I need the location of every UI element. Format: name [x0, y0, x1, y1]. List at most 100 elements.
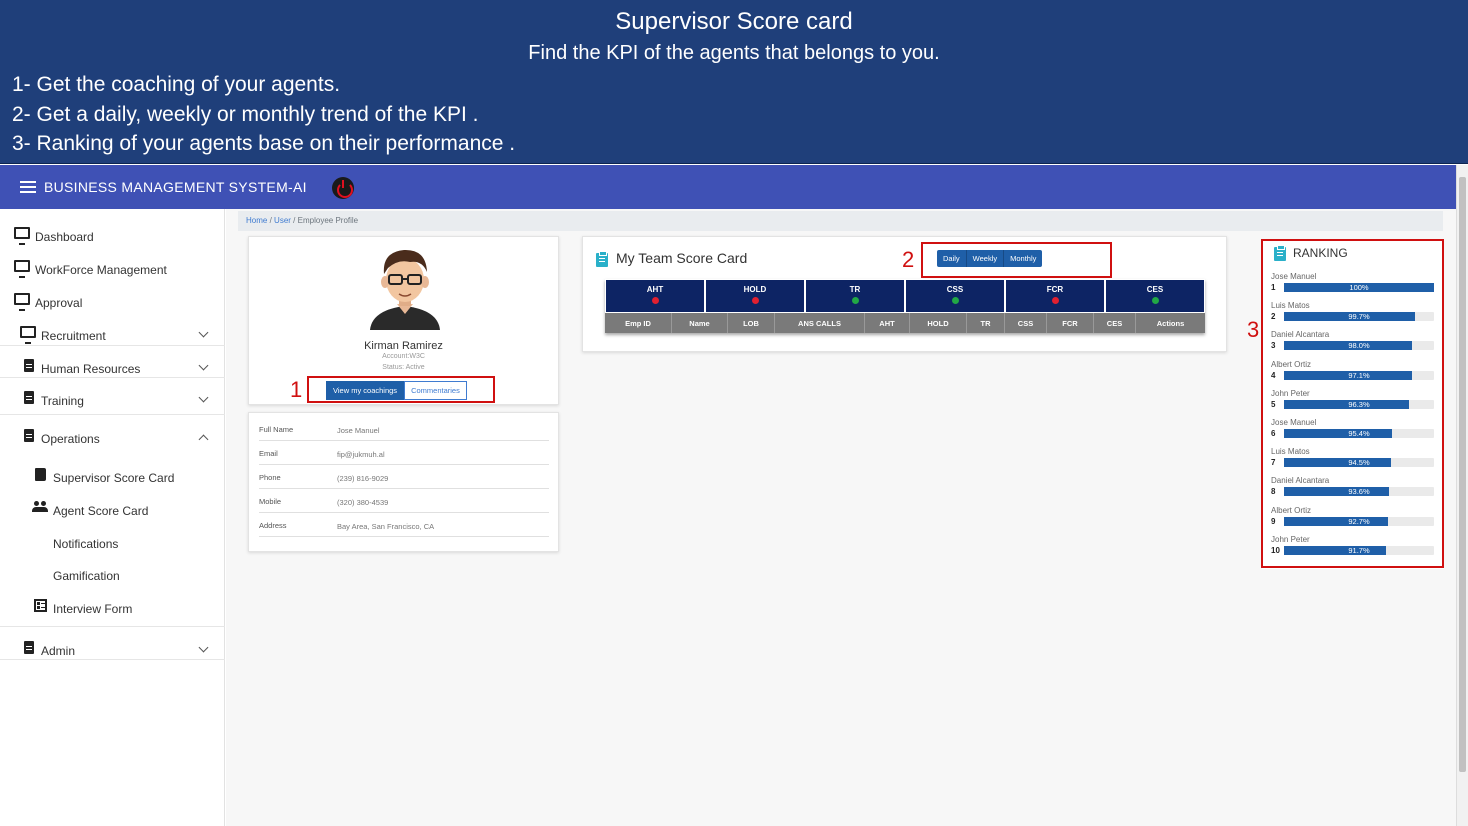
document-icon	[24, 641, 34, 654]
sidebar-item-gamification[interactable]: Gamification	[0, 560, 225, 590]
sidebar-item-notifications[interactable]: Notifications	[0, 528, 225, 558]
sidebar-item-dashboard[interactable]: Dashboard	[0, 221, 225, 251]
sidebar-item-human-resources[interactable]: Human Resources	[0, 353, 225, 383]
kpi-name: AHT	[646, 285, 664, 294]
breadcrumb-user[interactable]: User	[274, 216, 291, 225]
sidebar-item-label: Approval	[35, 296, 83, 310]
power-icon[interactable]	[332, 177, 354, 199]
clipboard-icon	[596, 251, 608, 267]
detail-row: Full Name Jose Manuel	[259, 417, 549, 441]
table-header-row: Emp ID Name LOB ANS CALLS AHT HOLD TR CS…	[605, 313, 1205, 333]
sidebar-item-operations[interactable]: Operations	[0, 423, 225, 453]
banner-subtitle: Find the KPI of the agents that belongs …	[528, 42, 940, 64]
detail-key: Full Name	[259, 425, 294, 434]
column-header[interactable]: Emp ID	[605, 313, 672, 333]
breadcrumb: Home / User / Employee Profile	[238, 211, 1443, 231]
detail-row: Address Bay Area, San Francisco, CA	[259, 513, 549, 537]
kpi-name: FCR	[1046, 285, 1064, 294]
sidebar-item-label: Recruitment	[41, 329, 106, 343]
column-header[interactable]: CSS	[1005, 313, 1047, 333]
banner-line: 2- Get a daily, weekly or monthly trend …	[12, 102, 479, 126]
kpi-name: CSS	[946, 285, 964, 294]
kpi-cell: CES	[1105, 279, 1205, 313]
sidebar-item-training[interactable]: Training	[0, 385, 225, 415]
sidebar-item-label: Training	[41, 394, 84, 408]
sidebar-item-label: Gamification	[53, 569, 120, 583]
vertical-scrollbar[interactable]	[1456, 165, 1468, 826]
sidebar-item-approval[interactable]: Approval	[0, 287, 225, 317]
monitor-icon	[14, 293, 30, 311]
sidebar-item-label: Agent Score Card	[53, 504, 149, 518]
status-dot-red	[752, 297, 759, 304]
detail-key: Email	[259, 449, 278, 458]
sidebar-item-admin[interactable]: Admin	[0, 635, 225, 665]
avatar	[370, 249, 440, 330]
status-dot-red	[652, 297, 659, 304]
monitor-icon	[14, 227, 30, 245]
profile-details-card: Full Name Jose Manuel Email fip@jukmuh.a…	[248, 412, 559, 552]
sidebar-item-workforce[interactable]: WorkForce Management	[0, 254, 225, 284]
status-dot-green	[852, 297, 859, 304]
profile-name: Kirman Ramirez	[364, 340, 443, 352]
detail-value: (239) 816-9029	[337, 474, 389, 483]
chevron-down-icon	[198, 642, 209, 653]
divider	[0, 345, 225, 346]
detail-value: Bay Area, San Francisco, CA	[337, 522, 435, 531]
column-header[interactable]: Actions	[1136, 313, 1205, 333]
app-bar: BUSINESS MANAGEMENT SYSTEM-AI	[0, 165, 1456, 209]
kpi-cell: FCR	[1005, 279, 1105, 313]
sidebar-item-label: Admin	[41, 644, 76, 658]
banner-title: Supervisor Score card	[615, 8, 853, 35]
detail-value: (320) 380-4539	[337, 498, 389, 507]
sidebar-item-agent-score-card[interactable]: Agent Score Card	[0, 495, 225, 525]
sidebar-item-label: Notifications	[53, 537, 119, 551]
monitor-icon	[14, 260, 30, 278]
divider	[0, 659, 225, 660]
column-header[interactable]: TR	[967, 313, 1005, 333]
instruction-banner: Supervisor Score card Find the KPI of th…	[0, 0, 1468, 164]
kpi-name: HOLD	[743, 285, 767, 294]
kpi-cell: CSS	[905, 279, 1005, 313]
column-header[interactable]: ANS CALLS	[775, 313, 865, 333]
column-header[interactable]: AHT	[865, 313, 910, 333]
people-icon	[32, 501, 48, 512]
app-title: BUSINESS MANAGEMENT SYSTEM-AI	[44, 179, 307, 195]
sidebar-item-label: Operations	[41, 432, 100, 446]
column-header[interactable]: CES	[1094, 313, 1136, 333]
sidebar-item-label: Interview Form	[53, 602, 133, 616]
detail-value: Jose Manuel	[337, 426, 380, 435]
kpi-table: AHT HOLD TR CSS FCR CES Emp ID Name LOB …	[605, 279, 1205, 333]
sidebar-item-supervisor-score-card[interactable]: Supervisor Score Card	[0, 462, 225, 492]
document-icon	[24, 359, 34, 372]
kpi-name: TR	[849, 285, 861, 294]
kpi-status-row: AHT HOLD TR CSS FCR CES	[605, 279, 1205, 313]
divider	[0, 626, 225, 627]
column-header[interactable]: HOLD	[910, 313, 967, 333]
detail-key: Address	[259, 521, 287, 530]
profile-status: Status: Active	[382, 364, 425, 371]
sidebar-item-label: WorkForce Management	[35, 263, 167, 277]
column-header[interactable]: Name	[672, 313, 728, 333]
sidebar-item-label: Human Resources	[41, 362, 141, 376]
score-card-title: My Team Score Card	[616, 250, 748, 266]
detail-row: Phone (239) 816-9029	[259, 465, 549, 489]
status-dot-green	[1152, 297, 1159, 304]
breadcrumb-home[interactable]: Home	[246, 216, 267, 225]
hamburger-menu-icon[interactable]	[20, 181, 36, 193]
chevron-up-icon	[198, 434, 209, 445]
chevron-down-icon	[198, 327, 209, 338]
sidebar-item-interview-form[interactable]: Interview Form	[0, 593, 225, 623]
monitor-icon	[20, 326, 36, 344]
annotation-box-1	[307, 376, 495, 403]
status-dot-red	[1052, 297, 1059, 304]
detail-key: Mobile	[259, 497, 282, 506]
document-icon	[24, 429, 34, 442]
divider	[0, 377, 225, 378]
breadcrumb-current: Employee Profile	[297, 216, 359, 225]
annotation-number-1: 1	[290, 377, 303, 402]
sidebar: Dashboard WorkForce Management Approval …	[0, 209, 225, 826]
column-header[interactable]: FCR	[1047, 313, 1094, 333]
form-icon	[34, 599, 47, 612]
column-header[interactable]: LOB	[728, 313, 775, 333]
scrollbar-thumb[interactable]	[1459, 177, 1466, 772]
